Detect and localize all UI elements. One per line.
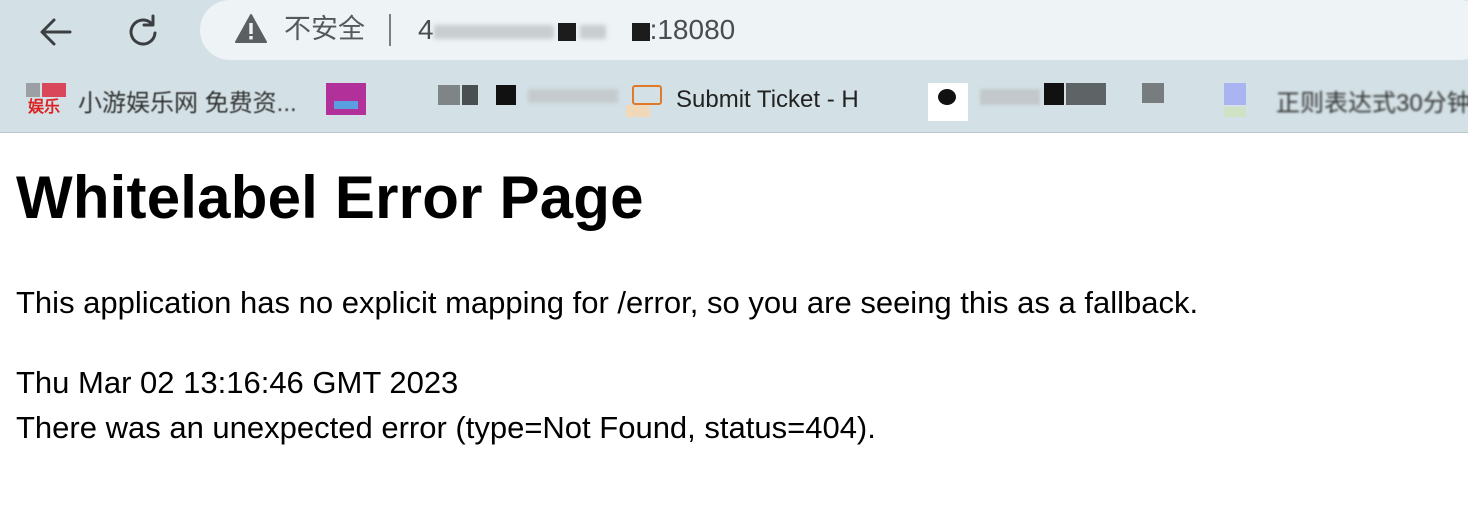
bookmark-redacted-label	[378, 83, 638, 117]
bookmark-item[interactable]	[326, 78, 638, 122]
address-divider	[389, 14, 391, 46]
url-redaction-block	[631, 22, 650, 41]
bookmark-item[interactable]: 娱乐 小游娱乐网 免费资...	[26, 78, 297, 122]
url-redacted-blur	[433, 24, 554, 39]
bookmark-favicon: 娱乐	[26, 83, 66, 117]
bookmark-item[interactable]: 正则表达式30分钟...	[1224, 78, 1468, 122]
bookmark-label: 小游娱乐网 免费资...	[78, 89, 297, 117]
url-redaction-block	[557, 22, 576, 41]
bookmark-label: Submit Ticket - H	[676, 86, 859, 113]
page-title: Whitelabel Error Page	[16, 164, 644, 231]
browser-chrome: 不安全 4 :18080 娱乐 小游娱乐网 免费资... Submit Tick…	[0, 0, 1468, 133]
warning-triangle-icon	[235, 14, 267, 43]
url-port: :18080	[649, 14, 736, 45]
url-redacted-blur	[579, 24, 606, 39]
error-timestamp: Thu Mar 02 13:16:46 GMT 2023	[16, 365, 459, 400]
bookmark-favicon	[1224, 83, 1264, 117]
reload-icon	[129, 14, 157, 46]
bookmark-favicon	[928, 83, 968, 121]
bookmark-favicon	[326, 83, 366, 117]
reload-button[interactable]	[120, 8, 168, 56]
bookmark-item[interactable]	[928, 78, 1180, 122]
bookmarks-bar: 娱乐 小游娱乐网 免费资... Submit Ticket - H 正则表达式3…	[0, 72, 1468, 130]
bookmark-redacted-label	[980, 83, 1180, 117]
url-text[interactable]: 4 :18080	[418, 12, 735, 48]
security-status-label[interactable]: 不安全	[284, 14, 365, 46]
arrow-left-icon	[40, 18, 72, 46]
back-button[interactable]	[32, 8, 80, 56]
url-partial-prefix: 4	[418, 14, 434, 45]
address-bar[interactable]: 不安全 4 :18080	[200, 0, 1468, 60]
bookmark-item[interactable]: Submit Ticket - H	[624, 78, 859, 122]
error-message: This application has no explicit mapping…	[16, 285, 1199, 320]
bookmark-favicon	[624, 83, 664, 117]
error-detail: There was an unexpected error (type=Not …	[16, 410, 876, 445]
bookmark-label: 正则表达式30分钟...	[1276, 89, 1468, 117]
